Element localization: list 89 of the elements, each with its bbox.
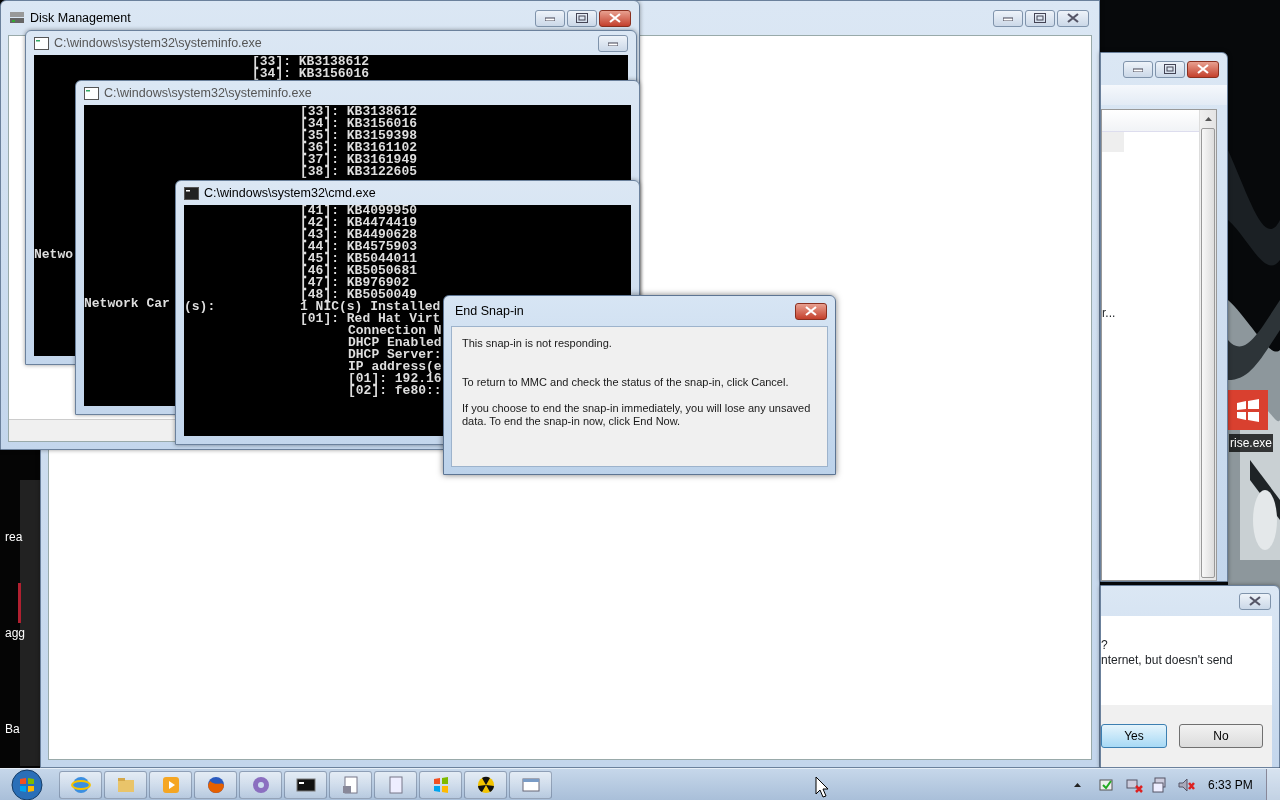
console-line: [38]: KB3122605 (300, 166, 418, 178)
console-line: Netwo (34, 249, 73, 261)
close-button[interactable] (795, 302, 827, 320)
maximize-icon (576, 13, 588, 23)
close-icon (1067, 13, 1079, 23)
network-icon[interactable] (1126, 776, 1144, 793)
console-line: [43]: KB4490628 (300, 229, 418, 241)
console-line: [47]: KB976902 (300, 277, 410, 289)
close-button[interactable] (1187, 60, 1219, 78)
console-line: DHCP Server: (348, 349, 442, 361)
play-icon (160, 774, 181, 795)
ball-icon (250, 774, 271, 795)
dialog-text: ? (1101, 638, 1109, 653)
show-hidden-icon[interactable] (1073, 781, 1082, 788)
yes-button[interactable]: Yes (1101, 724, 1167, 748)
close-icon (609, 13, 621, 23)
console-icon (84, 86, 99, 100)
console-line: IP address(e (348, 361, 442, 373)
console-line: Connection N (348, 325, 442, 337)
console-line: [01]: 192.16 (348, 373, 442, 385)
dialog-text: If you choose to end the snap-in immediately, you will lose any unsaved data. To end the snap-in now, click End Now. (462, 402, 812, 428)
disk-icon (9, 10, 25, 26)
console-line: [46]: KB5050681 (300, 265, 418, 277)
close-button[interactable] (1239, 592, 1271, 610)
volume-icon[interactable] (1178, 776, 1196, 793)
dialog-text: This snap-in is not responding. (462, 337, 613, 350)
clock[interactable]: 6:33 PM (1208, 775, 1266, 794)
minimize-icon (608, 40, 618, 46)
minimize-icon (1133, 66, 1143, 72)
console-line: [34]: KB3156016 (300, 118, 418, 130)
console-line: [45]: KB5044011 (300, 253, 418, 265)
scrollbar[interactable] (1199, 110, 1216, 580)
console-line: [01]: Red Hat Virt (300, 313, 441, 325)
console-line: (s): (184, 301, 217, 313)
scroll-up-icon[interactable] (1203, 116, 1213, 122)
no-button[interactable]: No (1179, 724, 1263, 748)
dialog-title: End Snap-in (455, 302, 524, 320)
console-line: [48]: KB5050049 (300, 289, 418, 301)
maximize-button[interactable] (1025, 9, 1055, 27)
close-icon (1249, 596, 1261, 606)
console-line: [34]: KB3156016 (252, 68, 370, 80)
console-icon (184, 186, 199, 200)
console-line: [37]: KB3161949 (300, 154, 418, 166)
table-cell (1102, 132, 1124, 152)
minimize-icon (545, 15, 555, 21)
application-icon[interactable] (1228, 390, 1268, 430)
console-line: Network Car (84, 298, 170, 310)
maximize-button[interactable] (567, 9, 597, 27)
close-button[interactable] (599, 9, 631, 27)
maximize-icon (1034, 13, 1046, 23)
globe-icon (70, 774, 91, 795)
cursor-icon (815, 776, 829, 798)
console-line: [41]: KB4099950 (300, 205, 418, 217)
icon-label: Ba (5, 721, 20, 737)
close-icon (1197, 64, 1209, 74)
console-line: 1 NIC(s) Installed (300, 301, 441, 313)
window-title: C:\windows\system32\cmd.exe (204, 184, 376, 202)
icon-label: agg (5, 625, 26, 641)
dialog-text: To return to MMC and check the status of the snap-in, click Cancel. (462, 376, 790, 389)
window-title: Disk Management (30, 9, 131, 27)
scrollbar-thumb[interactable] (1201, 128, 1215, 578)
list-text: r... (1102, 305, 1117, 322)
show-desktop-button[interactable] (1266, 768, 1280, 800)
console-icon (34, 36, 49, 50)
start-button[interactable] (11, 768, 43, 800)
window-title: C:\windows\system32\systeminfo.exe (54, 34, 262, 52)
close-button[interactable] (1057, 9, 1089, 27)
icon-label: rea (5, 529, 23, 545)
taskbar-button[interactable] (284, 770, 327, 799)
console-line: DHCP Enabled (348, 337, 442, 349)
radiation-icon (475, 774, 496, 795)
close-icon (805, 306, 817, 316)
console-line: [33]: KB3138612 (252, 56, 370, 68)
dialog-text: nternet, but doesn't send (1101, 653, 1234, 668)
console-line: [33]: KB3138612 (300, 106, 418, 118)
console-line: [35]: KB3159398 (300, 130, 418, 142)
status-bar-mark (18, 583, 21, 623)
console-line: [44]: KB4575903 (300, 241, 418, 253)
window-title: C:\windows\system32\systeminfo.exe (104, 84, 312, 102)
maximize-button[interactable] (1155, 60, 1185, 78)
document-icon (340, 774, 361, 795)
console-line: [02]: fe80:: (348, 385, 442, 397)
taskbar-button[interactable] (464, 770, 507, 799)
console-line: [42]: KB4474419 (300, 217, 418, 229)
minimize-icon (1003, 15, 1013, 21)
icon-label[interactable]: rise.exe (1229, 434, 1274, 452)
console-line: [36]: KB3161102 (300, 142, 418, 154)
minimize-button[interactable] (598, 34, 628, 52)
maximize-icon (1164, 64, 1176, 74)
